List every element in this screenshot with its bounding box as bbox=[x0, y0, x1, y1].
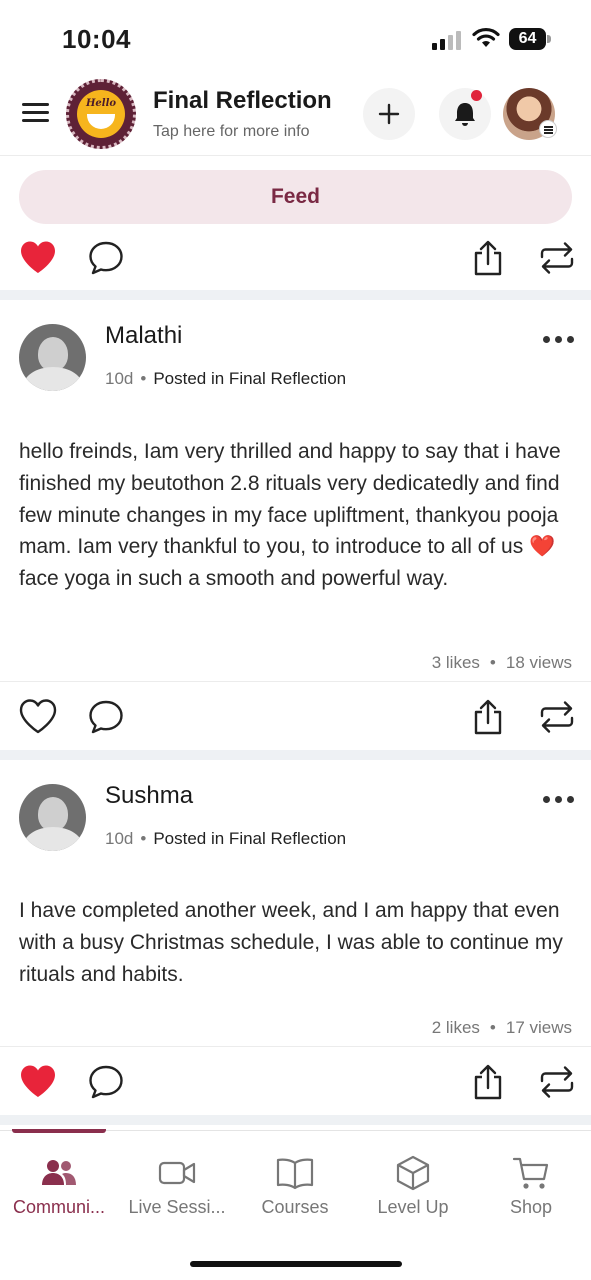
separator bbox=[0, 681, 591, 682]
plus-icon bbox=[378, 103, 400, 125]
tab-courses[interactable]: Courses bbox=[236, 1131, 354, 1231]
tab-label: Shop bbox=[509, 1197, 553, 1217]
share-icon[interactable] bbox=[472, 1064, 504, 1100]
share-icon[interactable] bbox=[472, 699, 504, 735]
menu-icon[interactable] bbox=[22, 103, 50, 125]
bottom-tab-bar: Communi... Live Sessi... Courses Level U… bbox=[0, 1129, 591, 1280]
more-options-icon[interactable] bbox=[541, 333, 575, 347]
author-name[interactable]: Malathi bbox=[105, 322, 182, 350]
tab-community[interactable]: Communi... bbox=[0, 1131, 118, 1231]
divider bbox=[0, 290, 591, 300]
view-count: 17 views bbox=[505, 1018, 572, 1037]
notifications-button[interactable] bbox=[439, 88, 491, 140]
repost-icon[interactable] bbox=[539, 699, 575, 735]
tab-level-up[interactable]: Level Up bbox=[354, 1131, 472, 1231]
tab-label: Live Sessi... bbox=[128, 1197, 226, 1217]
cart-icon bbox=[512, 1157, 549, 1189]
author-avatar[interactable] bbox=[19, 324, 86, 391]
book-icon bbox=[276, 1158, 314, 1190]
post-time: 10d bbox=[105, 829, 134, 848]
cellular-signal-icon bbox=[432, 31, 461, 50]
video-icon bbox=[158, 1161, 196, 1185]
create-post-button[interactable] bbox=[363, 88, 415, 140]
author-name[interactable]: Sushma bbox=[105, 782, 193, 810]
status-time: 10:04 bbox=[62, 24, 131, 54]
tab-shop[interactable]: Shop bbox=[472, 1131, 590, 1231]
tab-label: Communi... bbox=[12, 1197, 106, 1217]
post-body: hello freinds, Iam very thrilled and hap… bbox=[19, 440, 561, 591]
logo-text: Hello bbox=[85, 98, 117, 109]
community-logo[interactable]: Hello bbox=[66, 79, 136, 149]
post-stats: 3 likes • 18 views bbox=[431, 653, 572, 672]
tab-live-sessions[interactable]: Live Sessi... bbox=[118, 1131, 236, 1231]
comment-icon[interactable] bbox=[88, 699, 124, 735]
author-avatar[interactable] bbox=[19, 784, 86, 851]
repost-icon[interactable] bbox=[539, 240, 575, 276]
status-bar: 10:04 64 bbox=[0, 0, 591, 78]
comment-icon[interactable] bbox=[88, 240, 124, 276]
cube-icon bbox=[396, 1155, 430, 1191]
repost-icon[interactable] bbox=[539, 1064, 575, 1100]
notification-dot bbox=[471, 90, 482, 101]
divider bbox=[0, 750, 591, 760]
bell-icon bbox=[455, 103, 475, 126]
heart-filled-icon[interactable] bbox=[19, 240, 57, 276]
home-indicator[interactable] bbox=[190, 1261, 402, 1267]
heart-outline-icon[interactable] bbox=[19, 699, 57, 735]
heart-filled-icon[interactable] bbox=[19, 1064, 57, 1100]
community-icon bbox=[42, 1160, 76, 1185]
battery-icon: 64 bbox=[509, 28, 551, 50]
post-meta: 10d • Posted in Final Reflection bbox=[105, 369, 347, 388]
battery-level: 64 bbox=[509, 28, 546, 50]
like-count[interactable]: 2 likes bbox=[432, 1018, 480, 1037]
menu-badge-icon bbox=[539, 120, 557, 138]
view-count: 18 views bbox=[505, 653, 572, 672]
posted-in[interactable]: Posted in Final Reflection bbox=[153, 829, 346, 848]
share-icon[interactable] bbox=[472, 240, 504, 276]
post-actions bbox=[0, 1054, 591, 1110]
separator bbox=[0, 1046, 591, 1047]
profile-avatar[interactable] bbox=[503, 88, 557, 140]
app-header: Hello Final Reflection Tap here for more… bbox=[0, 78, 591, 156]
more-options-icon[interactable] bbox=[541, 793, 575, 807]
like-count[interactable]: 3 likes bbox=[432, 653, 480, 672]
page-subtitle[interactable]: Tap here for more info bbox=[153, 123, 310, 141]
post-stats: 2 likes • 17 views bbox=[431, 1018, 572, 1037]
post-meta: 10d • Posted in Final Reflection bbox=[105, 829, 347, 848]
tab-feed[interactable]: Feed bbox=[19, 170, 572, 224]
post-actions bbox=[0, 230, 591, 286]
tab-label: Level Up bbox=[377, 1197, 449, 1217]
tab-label: Courses bbox=[261, 1197, 329, 1217]
post-actions bbox=[0, 689, 591, 745]
post-time: 10d bbox=[105, 369, 134, 388]
comment-icon[interactable] bbox=[88, 1064, 124, 1100]
page-title[interactable]: Final Reflection bbox=[153, 87, 332, 115]
wifi-icon bbox=[472, 27, 500, 47]
divider bbox=[0, 1115, 591, 1125]
posted-in[interactable]: Posted in Final Reflection bbox=[153, 369, 346, 388]
post-body: I have completed another week, and I am … bbox=[19, 899, 563, 986]
